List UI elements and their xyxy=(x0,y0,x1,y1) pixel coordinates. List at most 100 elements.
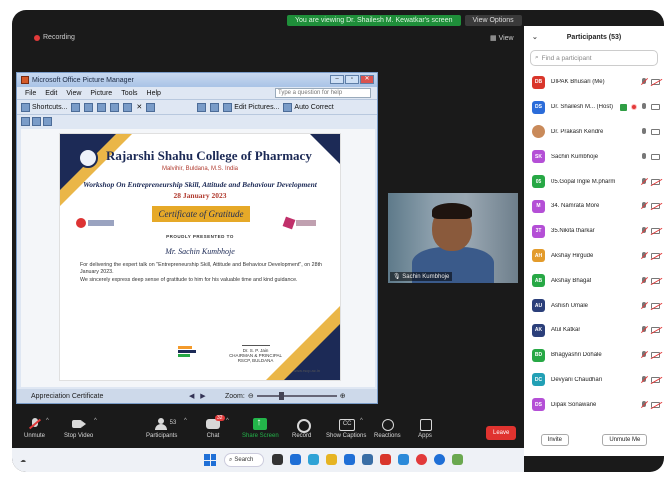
menu-picture[interactable]: Picture xyxy=(90,90,112,97)
unmute-me-button[interactable]: Unmute Me xyxy=(602,434,648,446)
participant-row[interactable]: M 34. Namrata More xyxy=(524,194,664,219)
view-options-button[interactable]: View Options xyxy=(464,15,522,26)
delete-icon[interactable]: ✕ xyxy=(136,103,142,111)
participant-row[interactable]: DS Dr. Shailesh M... (Host) xyxy=(524,95,664,120)
signatory-org: RSCP, BULDANA xyxy=(237,358,274,363)
app-icon[interactable] xyxy=(434,454,445,465)
close-button[interactable]: ✕ xyxy=(360,75,374,84)
participant-row[interactable]: SK Sachin Kumbhoje xyxy=(524,144,664,169)
filmstrip-view-icon[interactable] xyxy=(32,116,41,126)
thumbnail-view-icon[interactable] xyxy=(21,116,30,126)
undo-icon[interactable] xyxy=(146,102,156,112)
view-button[interactable]: ▦ View xyxy=(490,34,514,42)
zoom-thumb[interactable] xyxy=(278,392,284,400)
zoom-app-icon[interactable] xyxy=(290,454,301,465)
invite-button[interactable]: Invite xyxy=(540,434,569,446)
paste-icon[interactable] xyxy=(123,102,133,112)
participant-search-input[interactable]: ⌕ Find a participant xyxy=(530,50,658,66)
recording-indicator[interactable]: Recording xyxy=(34,34,75,41)
chat-button[interactable]: 32 Chat xyxy=(206,415,225,439)
task-view-icon[interactable] xyxy=(272,454,283,465)
participant-row[interactable]: 05 05.Gopal Ingle M.pharm xyxy=(524,169,664,194)
auto-correct-button[interactable]: Auto Correct xyxy=(283,102,334,112)
menu-file[interactable]: File xyxy=(25,90,36,97)
menu-view[interactable]: View xyxy=(66,90,81,97)
video-off-icon xyxy=(651,228,660,235)
store-icon[interactable] xyxy=(344,454,355,465)
participant-row[interactable]: DB DIPAK Bhusari (Me) xyxy=(524,70,664,95)
unmute-button[interactable]: Unmute xyxy=(24,418,45,439)
collapse-chevron-icon[interactable]: ⌄ xyxy=(532,33,538,41)
participant-video-tile[interactable]: 🎙 Sachin Kumbhoje xyxy=(388,193,518,283)
chat-caret[interactable]: ^ xyxy=(226,418,229,424)
mail-icon[interactable] xyxy=(362,454,373,465)
participant-row[interactable]: Dr. Prakash Kendre xyxy=(524,120,664,145)
college-name: Rajarshi Shahu College of Pharmacy xyxy=(106,148,312,163)
share-screen-label: Share Screen xyxy=(242,433,279,439)
picture-nav[interactable]: ◀ ▶ xyxy=(189,392,206,400)
presented-to-label: PROUDLY PRESENTED TO xyxy=(166,234,234,239)
reactions-label: Reactions xyxy=(374,433,401,439)
cut-icon[interactable] xyxy=(97,102,107,112)
participant-row[interactable]: AB Akshay Bhagat xyxy=(524,268,664,293)
windows-start-icon[interactable] xyxy=(204,454,216,466)
single-view-icon[interactable] xyxy=(43,116,52,126)
leave-button[interactable]: Leave xyxy=(486,426,517,440)
copy-icon[interactable] xyxy=(110,102,120,112)
record-button[interactable]: Record xyxy=(292,418,311,439)
minimize-button[interactable]: – xyxy=(330,75,344,84)
captions-caret[interactable]: ^ xyxy=(360,418,363,424)
taskbar-search-label: Search xyxy=(234,457,254,463)
video-off-icon xyxy=(651,327,660,334)
zoom-label: Zoom: xyxy=(225,392,245,400)
shortcuts-button[interactable]: Shortcuts... xyxy=(21,102,67,112)
mic-muted-icon xyxy=(641,251,647,260)
menu-tools[interactable]: Tools xyxy=(121,90,137,97)
help-search-input[interactable]: Type a question for help xyxy=(275,88,371,98)
taskbar-search[interactable]: ⌕ Search xyxy=(224,453,264,467)
participant-row[interactable]: DC Devyani Chaudhari xyxy=(524,368,664,393)
participant-name: DIPAK Bhusari (Me) xyxy=(551,79,605,86)
participant-row[interactable]: AH Akshay Hirgude xyxy=(524,244,664,269)
participant-row[interactable]: AK Atul Katkar xyxy=(524,318,664,343)
avatar: AB xyxy=(532,274,545,288)
participant-row[interactable]: 3T 35.Nikita tharkar xyxy=(524,219,664,244)
menu-help[interactable]: Help xyxy=(147,90,161,97)
menu-edit[interactable]: Edit xyxy=(45,90,57,97)
rotate-left-icon[interactable] xyxy=(197,102,207,112)
mic-icon xyxy=(641,127,647,136)
file-explorer-icon[interactable] xyxy=(326,454,337,465)
apps-icon xyxy=(418,418,432,431)
participants-button[interactable]: 53 Participants xyxy=(146,418,177,439)
share-screen-button[interactable]: Share Screen xyxy=(242,417,279,439)
chrome-icon[interactable] xyxy=(416,454,427,465)
participant-row[interactable]: AU Ashish Umale xyxy=(524,293,664,318)
video-options-caret[interactable]: ^ xyxy=(94,418,97,424)
weather-widget[interactable]: ☁ xyxy=(20,457,26,464)
print-icon[interactable] xyxy=(84,102,94,112)
edge-icon[interactable] xyxy=(308,454,319,465)
zoom-out-icon[interactable]: ⊖ xyxy=(248,392,254,400)
participant-row[interactable]: BD Bhagyashri Dohale xyxy=(524,343,664,368)
apps-button[interactable]: Apps xyxy=(418,418,432,439)
participant-name: Akshay Bhagat xyxy=(551,277,592,284)
video-name: Sachin Kumbhoje xyxy=(402,274,450,280)
app-icon[interactable] xyxy=(380,454,391,465)
certificate-body-line2: We sincerely express deep sense of grati… xyxy=(80,276,298,283)
toolbar: Shortcuts... ✕ Edit Pictures... Auto Cor… xyxy=(17,99,377,115)
participant-row[interactable]: DS Dipak Sonawane xyxy=(524,392,664,417)
app-icon[interactable] xyxy=(398,454,409,465)
save-icon[interactable] xyxy=(71,102,81,112)
edit-pictures-button[interactable]: Edit Pictures... xyxy=(223,102,279,112)
reactions-button[interactable]: Reactions xyxy=(374,418,401,439)
stop-video-button[interactable]: Stop Video xyxy=(64,418,93,439)
rotate-right-icon[interactable] xyxy=(210,102,220,112)
participant-name: Sachin Kumbhoje xyxy=(551,153,599,160)
zoom-in-icon[interactable]: ⊕ xyxy=(340,392,346,400)
view-mode-bar xyxy=(17,115,377,127)
participants-caret[interactable]: ^ xyxy=(184,418,187,424)
maximize-button[interactable]: ▫ xyxy=(345,75,359,84)
audio-options-caret[interactable]: ^ xyxy=(46,418,49,424)
app-icon[interactable] xyxy=(452,454,463,465)
zoom-slider[interactable] xyxy=(256,392,337,400)
